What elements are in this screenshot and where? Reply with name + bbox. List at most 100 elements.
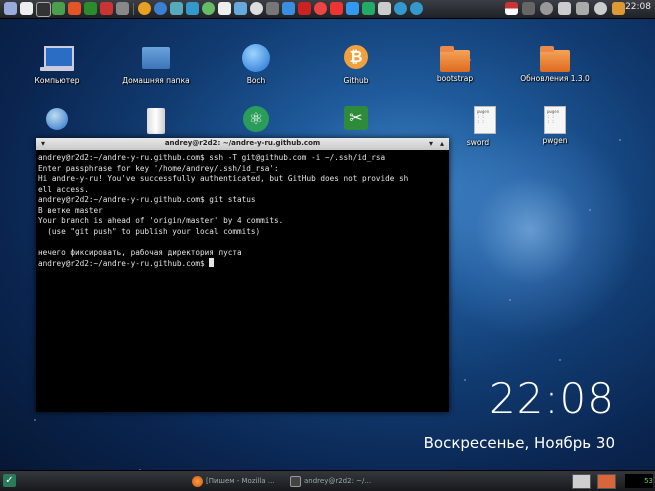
document-icon: pwgen: :: : [544, 106, 566, 134]
calendar-icon[interactable] [100, 2, 113, 15]
desktop-icon-row2-2[interactable] [111, 106, 201, 138]
terminal-prompt: andrey@r2d2:~/andre-y-ru.github.com$ [38, 259, 210, 268]
terminal-window[interactable]: ▾ andrey@r2d2: ~/andre-y-ru.github.com ▾… [36, 138, 449, 412]
cpu-monitor: 53 [625, 474, 653, 488]
atom-icon: ⚛ [239, 106, 273, 136]
desktop-icon-pwgen[interactable]: pwgen: :: : pwgen [510, 106, 600, 145]
maximize-icon[interactable]: ▴ [438, 140, 446, 148]
minimize-icon[interactable]: ▾ [427, 140, 435, 148]
bottom-panel: ✓ [Пишем - Mozilla ... andrey@r2d2: ~/..… [0, 470, 655, 491]
terminal-prompt-line[interactable]: andrey@r2d2:~/andre-y-ru.github.com$ [38, 258, 447, 270]
desktop-icon-updates[interactable]: Обновления 1.3.0 [510, 44, 600, 83]
top-panel: 22:08 [0, 0, 655, 19]
menu-launcher-icon[interactable]: ✓ [3, 474, 16, 487]
network-icon[interactable] [346, 2, 359, 15]
firefox-icon[interactable] [52, 2, 65, 15]
panel-clock[interactable]: 22:08 [625, 2, 651, 12]
filezilla-icon[interactable] [298, 2, 311, 15]
globe-icon [239, 44, 273, 74]
taskbar-item-terminal[interactable]: andrey@r2d2: ~/... [290, 474, 386, 488]
terminal-titlebar[interactable]: ▾ andrey@r2d2: ~/andre-y-ru.github.com ▾… [36, 138, 449, 150]
tools-icon[interactable] [362, 2, 375, 15]
terminal-line: В ветке master [38, 205, 103, 215]
archive-icon[interactable] [266, 2, 279, 15]
desktop-icon-label: Домашняя папка [122, 76, 190, 85]
terminal-output[interactable]: andrey@r2d2:~/andre-y-ru.github.com$ ssh… [36, 150, 449, 273]
terminal-cursor [209, 258, 215, 267]
desktop-icon-label: pwgen [542, 136, 568, 145]
chat-icon[interactable] [138, 2, 151, 15]
picture-icon[interactable] [234, 2, 247, 15]
taskbar-item-label: [Пишем - Mozilla ... [206, 477, 275, 485]
mail-tray-icon[interactable] [522, 2, 535, 15]
desktop-icon-label: bootstrap [436, 74, 474, 83]
chromium-icon[interactable] [154, 2, 167, 15]
update-icon[interactable] [594, 2, 607, 15]
browser-icon[interactable] [116, 2, 129, 15]
desktop-icon-row2-4[interactable]: ✂ [311, 106, 401, 138]
bitcoin-icon: ₿ [339, 44, 373, 74]
apps-icon[interactable] [394, 2, 407, 15]
laptop-icon [40, 44, 74, 74]
terminal-line: Your branch is ahead of 'origin/master' … [38, 216, 284, 225]
panel-separator [133, 3, 134, 15]
help-icon[interactable] [410, 2, 423, 15]
power-icon[interactable] [612, 2, 625, 15]
settings-icon[interactable] [84, 2, 97, 15]
mail-icon[interactable] [202, 2, 215, 15]
desktop-icon-bootstrap[interactable]: bootstrap [410, 44, 500, 83]
clock-app-icon[interactable] [250, 2, 263, 15]
document-icon: pwgen: :: : [438, 106, 496, 136]
desktop-icon-boch[interactable]: Boch [211, 44, 301, 85]
keyboard-layout-icon[interactable] [505, 2, 518, 15]
taskbar-item-label: andrey@r2d2: ~/... [304, 477, 372, 485]
desktop-clock-date: Воскресенье, Ноябрь 30 [423, 434, 615, 452]
terminal-line: Hi andre-y-ru! You've successfully authe… [38, 174, 409, 183]
terminal-icon [290, 475, 301, 487]
wallpaper-glow [420, 120, 640, 340]
desktop-icon-label: Компьютер [34, 76, 80, 85]
git-icon[interactable] [314, 2, 327, 15]
document-icon[interactable] [218, 2, 231, 15]
folder-icon [440, 46, 470, 72]
terminal-icon[interactable] [36, 2, 51, 17]
monitor-icon[interactable] [4, 2, 17, 15]
wifi-icon[interactable] [558, 2, 571, 15]
folder-icon [540, 46, 570, 72]
trash-icon [139, 106, 173, 136]
desktop-clock-time: 22:08 [488, 374, 615, 423]
skype-icon[interactable] [68, 2, 81, 15]
terminal-line: andrey@r2d2:~/andre-y-ru.github.com$ git… [38, 195, 256, 204]
dropbox-icon[interactable] [282, 2, 295, 15]
terminal-line: andrey@r2d2:~/andre-y-ru.github.com$ ssh… [38, 153, 386, 162]
desktop-icon-label: Boch [246, 76, 266, 85]
globe-icon [40, 106, 74, 136]
desktop-icon-home[interactable]: Домашняя папка [111, 44, 201, 85]
drive-icon[interactable] [186, 2, 199, 15]
desktop-icon-github[interactable]: ₿ Github [311, 44, 401, 85]
battery-icon[interactable] [540, 2, 553, 15]
desktop-icon-label: Github [343, 76, 369, 85]
folder-icon[interactable] [20, 2, 33, 15]
desktop-icon-label: Обновления 1.3.0 [520, 74, 590, 83]
desktop-icon-row2-3[interactable]: ⚛ [211, 106, 301, 138]
workspace-2[interactable] [597, 474, 616, 489]
terminal-line: Enter passphrase for key '/home/andrey/.… [38, 163, 279, 173]
media-icon[interactable] [330, 2, 343, 15]
firefox-icon [192, 475, 203, 487]
terminal-line: ell access. [38, 184, 89, 194]
taskbar-item-firefox[interactable]: [Пишем - Mozilla ... [192, 474, 282, 488]
desktop-icon-row2-1[interactable] [12, 106, 102, 138]
terminal-title: andrey@r2d2: ~/andre-y-ru.github.com [164, 139, 321, 147]
terminal-line: (use "git push" to publish your local co… [38, 226, 261, 236]
terminal-line: нечего фиксировать, рабочая директория п… [38, 247, 242, 257]
desktop-icon-computer[interactable]: Компьютер [12, 44, 102, 85]
workspace-1[interactable] [572, 474, 591, 489]
cpu-value: 53 [644, 477, 653, 485]
photo-icon[interactable] [170, 2, 183, 15]
home-folder-icon [139, 44, 173, 74]
games-icon[interactable] [378, 2, 391, 15]
tools-icon: ✂ [339, 106, 373, 136]
volume-icon[interactable] [576, 2, 589, 15]
